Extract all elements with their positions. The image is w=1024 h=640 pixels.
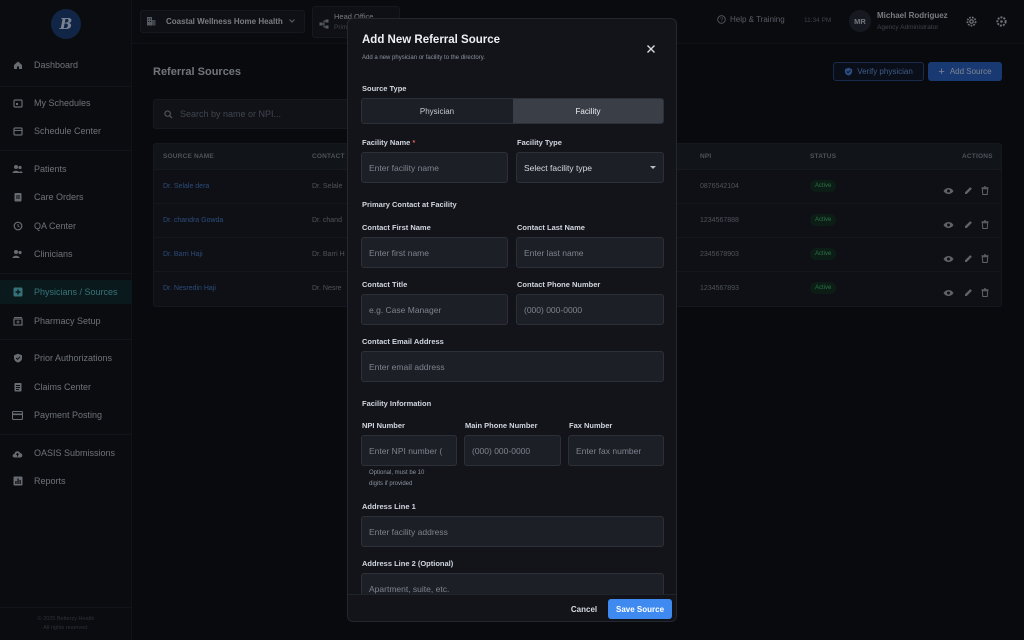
npi-hint: Optional, must be 10 [369, 470, 425, 476]
contact-phone-input[interactable]: (000) 000-0000 [516, 294, 664, 325]
contact-title-input[interactable]: e.g. Case Manager [361, 294, 508, 325]
npi-input[interactable]: Enter NPI number ( [361, 435, 457, 466]
fax-label: Fax Number [569, 421, 613, 430]
primary-contact-section-title: Primary Contact at Facility [362, 200, 457, 209]
cancel-button[interactable]: Cancel [558, 600, 610, 619]
address-line-2-label: Address Line 2 (Optional) [362, 559, 454, 568]
close-icon[interactable] [646, 41, 656, 59]
contact-phone-placeholder: (000) 000-0000 [524, 304, 583, 315]
source-type-physician[interactable]: Physician [362, 99, 512, 123]
contact-phone-label: Contact Phone Number [517, 280, 601, 289]
facility-name-placeholder: Enter facility name [369, 162, 439, 173]
npi-hint: digits if provided [369, 481, 413, 487]
facility-type-value: Select facility type [524, 162, 593, 173]
npi-placeholder: Enter NPI number ( [369, 445, 443, 456]
fax-input[interactable]: Enter fax number [568, 435, 664, 466]
contact-first-name-placeholder: Enter first name [369, 247, 429, 258]
contact-title-label: Contact Title [362, 280, 408, 289]
contact-title-placeholder: e.g. Case Manager [369, 304, 442, 315]
facility-name-input[interactable]: Enter facility name [361, 152, 508, 183]
address-line-2-placeholder: Apartment, suite, etc. [369, 583, 450, 594]
facility-type-select[interactable]: Select facility type [516, 152, 664, 183]
contact-email-placeholder: Enter email address [369, 361, 445, 372]
contact-last-name-input[interactable]: Enter last name [516, 237, 664, 268]
facility-info-section-title: Facility Information [362, 399, 432, 408]
contact-last-name-label: Contact Last Name [517, 223, 585, 232]
add-referral-source-dialog: Add New Referral Source Add a new physic… [347, 18, 677, 622]
contact-first-name-label: Contact First Name [362, 223, 431, 232]
source-type-toggle: Physician Facility [361, 98, 664, 124]
dialog-subtitle: Add a new physician or facility to the d… [362, 55, 485, 61]
npi-label: NPI Number [362, 421, 405, 430]
facility-type-label: Facility Type [517, 138, 562, 147]
required-mark: * [412, 138, 416, 147]
main-phone-placeholder: (000) 000-0000 [472, 445, 531, 456]
fax-placeholder: Enter fax number [576, 445, 642, 456]
dialog-title: Add New Referral Source [362, 34, 501, 46]
source-type-facility[interactable]: Facility [513, 99, 663, 123]
facility-name-label-text: Facility Name [362, 138, 411, 147]
facility-name-label: Facility Name * [362, 138, 415, 147]
dialog-footer: Cancel Save Source [348, 594, 676, 621]
address-line-1-label: Address Line 1 [362, 502, 416, 511]
contact-first-name-input[interactable]: Enter first name [361, 237, 508, 268]
main-phone-label: Main Phone Number [465, 421, 538, 430]
save-source-button[interactable]: Save Source [608, 599, 672, 619]
main-phone-input[interactable]: (000) 000-0000 [464, 435, 561, 466]
source-type-label: Source Type [362, 84, 407, 93]
contact-email-label: Contact Email Address [362, 337, 444, 346]
address-line-1-input[interactable]: Enter facility address [361, 516, 664, 547]
address-line-1-placeholder: Enter facility address [369, 526, 448, 537]
contact-email-input[interactable]: Enter email address [361, 351, 664, 382]
caret-down-icon [650, 166, 656, 169]
contact-last-name-placeholder: Enter last name [524, 247, 584, 258]
